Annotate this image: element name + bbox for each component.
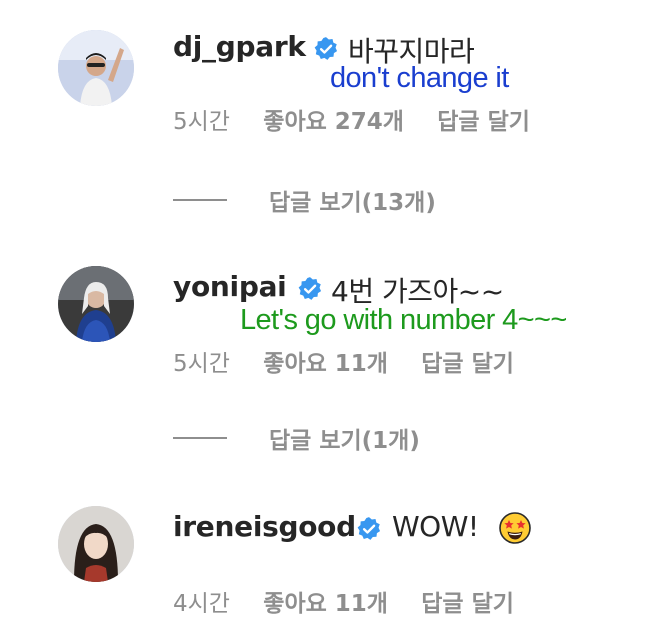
avatar[interactable] [58, 506, 134, 582]
username[interactable]: ireneisgood [173, 510, 356, 543]
likes-count[interactable]: 좋아요 11개 [263, 591, 388, 617]
star-struck-emoji-icon [499, 512, 531, 544]
verified-badge-icon [357, 517, 381, 540]
comment-text: WOW! [392, 510, 479, 543]
avatar-image [58, 506, 134, 582]
comment-ireneisgood: ireneisgood WOW! 4시간 좋아요 11개 답글 달기 [0, 0, 648, 636]
reply-button[interactable]: 답글 달기 [421, 591, 514, 617]
timestamp: 4시간 [173, 591, 230, 617]
comment-meta: 4시간 좋아요 11개 답글 달기 [173, 584, 514, 618]
